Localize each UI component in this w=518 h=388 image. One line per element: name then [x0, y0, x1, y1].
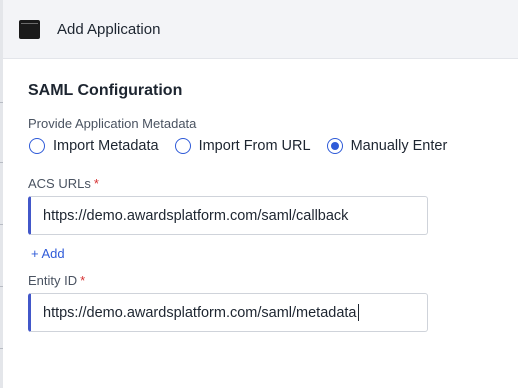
- entity-id-label: Entity ID *: [28, 273, 85, 288]
- radio-circle[interactable]: [174, 138, 191, 154]
- edge-tick: [0, 348, 3, 349]
- radio-label: Manually Enter: [350, 138, 448, 154]
- acs-url-input[interactable]: https://demo.awardsplatform.com/saml/cal…: [28, 196, 428, 235]
- entity-id-value: https://demo.awardsplatform.com/saml/met…: [43, 304, 357, 321]
- edge-tick: [0, 224, 3, 225]
- acs-urls-label-text: ACS URLs: [28, 176, 91, 191]
- metadata-label: Provide Application Metadata: [28, 116, 197, 131]
- acs-url-value: https://demo.awardsplatform.com/saml/cal…: [43, 207, 349, 224]
- entity-id-label-text: Entity ID: [28, 273, 78, 288]
- radio-circle[interactable]: [29, 138, 45, 154]
- radio-import-from-url[interactable]: Import From URL: [174, 138, 311, 154]
- add-acs-url-link[interactable]: + Add: [31, 246, 65, 261]
- section-title: SAML Configuration: [28, 82, 183, 99]
- dialog-title: Add Application: [57, 20, 161, 38]
- dialog-header: Add Application: [3, 0, 518, 59]
- required-asterisk: *: [93, 176, 99, 191]
- edge-tick: [0, 102, 3, 103]
- radio-label: Import From URL: [198, 138, 311, 154]
- metadata-radio-group: Import Metadata Import From URL Manually…: [29, 136, 463, 156]
- entity-id-input[interactable]: https://demo.awardsplatform.com/saml/met…: [28, 293, 428, 332]
- application-window-icon: [19, 19, 40, 39]
- radio-circle-selected[interactable]: [326, 138, 343, 154]
- radio-manually-enter[interactable]: Manually Enter: [326, 138, 448, 154]
- edge-tick: [0, 286, 3, 287]
- edge-tick: [0, 162, 3, 163]
- required-asterisk: *: [80, 273, 86, 288]
- acs-urls-label: ACS URLs *: [28, 176, 99, 191]
- text-caret: [357, 304, 359, 321]
- radio-label: Import Metadata: [53, 138, 159, 154]
- radio-import-metadata[interactable]: Import Metadata: [29, 138, 159, 154]
